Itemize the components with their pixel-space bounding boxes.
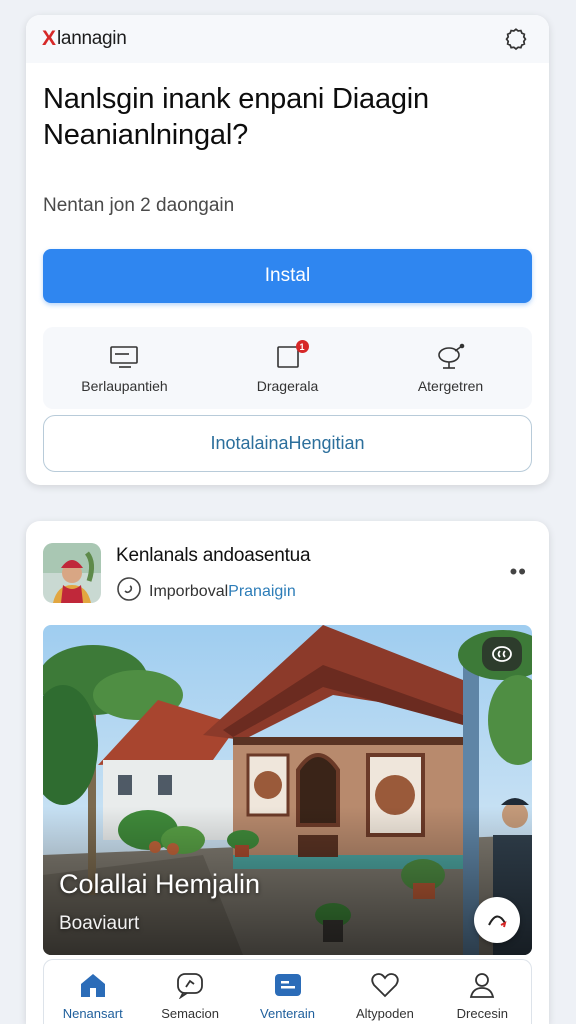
nav-label: Altypoden (356, 1006, 414, 1021)
app-logo: X lannagin (42, 27, 127, 51)
action-item-1[interactable]: 1 Dragerala (213, 340, 363, 394)
settings-icon[interactable] (501, 24, 531, 54)
brand-mark: X (42, 27, 57, 50)
photo-subtitle: Boaviaurt (59, 913, 140, 934)
post-meta: Imporboval Pranaigin (116, 576, 296, 607)
nav-item-home[interactable]: Nenansart (44, 970, 141, 1021)
share-fab-icon[interactable] (474, 897, 520, 943)
nav-item-favorites[interactable]: Altypoden (336, 970, 433, 1021)
nav-label: Drecesin (456, 1006, 508, 1021)
action-item-2[interactable]: Atergetren (376, 342, 526, 394)
install-button[interactable]: Instal (43, 249, 532, 303)
chat-icon (175, 970, 205, 1000)
monitor-icon (109, 342, 141, 372)
prompt-subtext: Nentan jon 2 daongain (43, 195, 235, 216)
nav-label: Venterain (260, 1006, 315, 1021)
photo-title: Colallai Hemjalin (59, 869, 261, 899)
avatar[interactable] (43, 543, 101, 603)
post-author[interactable]: Kenlanals andoasentua (116, 545, 311, 567)
verified-icon (116, 576, 142, 607)
more-options-icon[interactable]: •• (510, 559, 527, 585)
notification-badge: 1 (295, 340, 309, 353)
nav-item-media[interactable]: Venterain (239, 970, 336, 1021)
media-icon (273, 970, 303, 1000)
satellite-dish-icon (435, 342, 467, 372)
action-label: Dragerala (256, 378, 319, 394)
post-photo[interactable]: Colallai Hemjalin Boaviaurt (43, 625, 532, 955)
brand-name: lannagin (57, 28, 127, 49)
nav-label: Semacion (161, 1006, 220, 1021)
post-meta-link[interactable]: Pranaigin (228, 583, 296, 601)
nav-item-profile[interactable]: Drecesin (434, 970, 531, 1021)
action-label: Berlaupantieh (81, 378, 168, 394)
profile-icon (467, 970, 497, 1000)
prompt-headline: Nanlsgin inank enpani Diaagin Neanianlni… (43, 83, 429, 151)
post-card: Kenlanals andoasentua Imporboval Pranaig… (26, 521, 549, 1024)
install-alt-button[interactable]: InotalainaHengitian (43, 415, 532, 472)
nav-item-chat[interactable]: Semacion (141, 970, 238, 1021)
bottom-nav: Nenansart Semacion Venterain Altypoden D… (43, 959, 532, 1024)
heart-icon (370, 970, 400, 1000)
install-prompt-card: X lannagin Nanlsgin inank enpani Diaagin… (26, 15, 549, 485)
home-icon (78, 970, 108, 1000)
post-meta-prefix: Imporboval (149, 582, 229, 600)
action-item-0[interactable]: Berlaupantieh (50, 342, 200, 394)
nav-label: Nenansart (62, 1006, 123, 1021)
action-label: Atergetren (417, 378, 484, 394)
card-header: X lannagin (26, 15, 549, 63)
cc-icon[interactable] (482, 637, 522, 671)
quick-actions: Berlaupantieh 1 Dragerala Atergetren (43, 327, 532, 409)
notification-square-icon: 1 (275, 340, 309, 372)
